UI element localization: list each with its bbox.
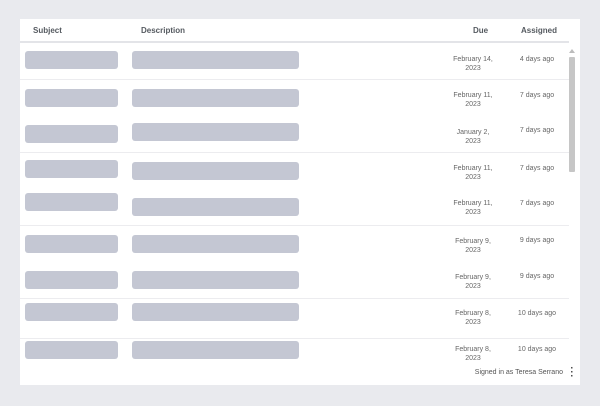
due-date-line1: February 11, <box>453 92 493 99</box>
subject-placeholder <box>25 303 118 321</box>
table-row[interactable]: February 11, 2023 7 days ago <box>20 189 569 226</box>
task-table-panel: Subject Description Due Assigned Februar… <box>20 19 580 385</box>
table-body: February 14, 2023 4 days ago February 11,… <box>20 43 569 361</box>
subject-placeholder <box>25 235 118 253</box>
due-date: February 11, 2023 <box>450 199 496 217</box>
due-date: February 8, 2023 <box>450 345 496 361</box>
assigned-time: 9 days ago <box>519 273 555 280</box>
assigned-time: 7 days ago <box>519 165 555 172</box>
due-date: February 11, 2023 <box>450 164 496 182</box>
due-date-line1: February 9, <box>455 274 491 281</box>
due-date-line2: 2023 <box>465 319 481 326</box>
description-placeholder <box>132 271 299 289</box>
description-placeholder <box>132 123 299 141</box>
table-row[interactable]: February 9, 2023 9 days ago <box>20 226 569 262</box>
due-date-line1: February 11, <box>453 200 493 207</box>
description-placeholder <box>132 198 299 216</box>
scroll-up-arrow-icon[interactable] <box>569 49 575 53</box>
due-date-line1: January 2, <box>456 129 490 136</box>
assigned-time: 9 days ago <box>519 237 555 244</box>
description-placeholder <box>132 303 299 321</box>
table-row[interactable]: February 11, 2023 7 days ago <box>20 80 569 116</box>
due-date-line1: February 8, <box>455 310 491 317</box>
due-date-line2: 2023 <box>465 138 481 145</box>
subject-placeholder <box>25 160 118 178</box>
description-placeholder <box>132 89 299 107</box>
due-date-line2: 2023 <box>465 65 481 72</box>
table-row[interactable]: February 8, 2023 10 days ago <box>20 335 569 361</box>
kebab-menu-icon[interactable]: · · · <box>569 364 575 382</box>
due-date: January 2, 2023 <box>450 128 496 146</box>
due-date-line1: February 8, <box>455 346 491 353</box>
assigned-time: 7 days ago <box>519 200 555 207</box>
subject-placeholder <box>25 271 118 289</box>
subject-placeholder <box>25 341 118 359</box>
assigned-time: 10 days ago <box>517 310 557 317</box>
description-placeholder <box>132 341 299 359</box>
table-row[interactable]: February 11, 2023 7 days ago <box>20 153 569 189</box>
subject-placeholder <box>25 125 118 143</box>
column-header-due[interactable]: Due <box>473 26 488 35</box>
due-date: February 9, 2023 <box>450 237 496 255</box>
description-placeholder <box>132 162 299 180</box>
assigned-time: 4 days ago <box>519 56 555 63</box>
due-date-line2: 2023 <box>465 209 481 216</box>
due-date-line1: February 11, <box>453 165 493 172</box>
assigned-time: 7 days ago <box>519 127 555 134</box>
scrollbar-thumb[interactable] <box>569 57 575 172</box>
due-date-line2: 2023 <box>465 174 481 181</box>
due-date-line2: 2023 <box>465 247 481 254</box>
status-footer: Signed in as Teresa Serrano · · · <box>20 361 580 385</box>
subject-placeholder <box>25 89 118 107</box>
table-row[interactable]: February 9, 2023 9 days ago <box>20 262 569 299</box>
subject-placeholder <box>25 193 118 211</box>
due-date-line1: February 9, <box>455 238 491 245</box>
column-header-description[interactable]: Description <box>141 26 185 35</box>
due-date: February 11, 2023 <box>450 91 496 109</box>
vertical-scrollbar[interactable] <box>568 49 576 361</box>
assigned-time: 7 days ago <box>519 92 555 99</box>
description-placeholder <box>132 51 299 69</box>
assigned-time: 10 days ago <box>517 346 557 353</box>
column-header-assigned[interactable]: Assigned <box>521 26 557 35</box>
table-row[interactable]: January 2, 2023 7 days ago <box>20 116 569 153</box>
table-row[interactable]: February 8, 2023 10 days ago <box>20 299 569 335</box>
column-header-subject[interactable]: Subject <box>33 26 62 35</box>
due-date: February 14, 2023 <box>450 55 496 73</box>
due-date: February 8, 2023 <box>450 309 496 327</box>
due-date-line2: 2023 <box>465 101 481 108</box>
due-date-line2: 2023 <box>465 283 481 290</box>
description-placeholder <box>132 235 299 253</box>
table-row[interactable]: February 14, 2023 4 days ago <box>20 43 569 80</box>
due-date-line1: February 14, <box>453 56 493 63</box>
due-date: February 9, 2023 <box>450 273 496 291</box>
signed-in-user-text: Signed in as Teresa Serrano <box>474 369 563 376</box>
subject-placeholder <box>25 51 118 69</box>
table-header: Subject Description Due Assigned <box>20 19 569 43</box>
